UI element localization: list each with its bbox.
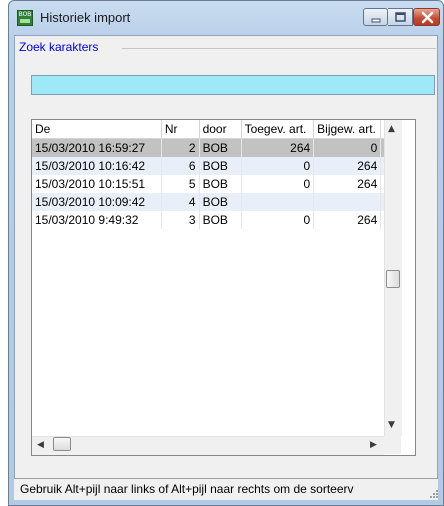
cell-de: 15/03/2010 10:09:42 <box>32 193 162 211</box>
cell-nr: 5 <box>161 175 200 193</box>
maximize-button[interactable] <box>388 8 413 26</box>
group-divider <box>122 48 436 49</box>
import-history-table[interactable]: De Nr door Toegev. art. Bijgew. art. To … <box>31 119 416 456</box>
scrollbar-corner <box>384 436 401 454</box>
cell-door: BOB <box>199 157 242 175</box>
cell-nr: 6 <box>161 157 200 175</box>
cell-nr: 2 <box>161 138 200 157</box>
resize-grip-icon[interactable] <box>430 490 438 498</box>
cell-bijgew: 264 <box>313 157 382 175</box>
maximize-icon <box>395 12 406 22</box>
cell-nr: 4 <box>161 193 200 211</box>
column-header-bijgew[interactable]: Bijgew. art. <box>313 120 382 139</box>
table-row[interactable]: 15/03/2010 9:49:32 3 BOB 0 264 <box>32 211 398 229</box>
minimize-button[interactable] <box>363 8 388 26</box>
search-group-label: Zoek karakters <box>19 40 105 54</box>
scroll-right-arrow-icon[interactable]: ▶ <box>370 440 377 450</box>
app-icon[interactable]: BOB <box>17 10 33 26</box>
cell-door: BOB <box>199 175 242 193</box>
cell-toegev: 0 <box>241 211 315 229</box>
cell-de: 15/03/2010 10:16:42 <box>32 157 162 175</box>
status-text: Gebruik Alt+pijl naar links of Alt+pijl … <box>20 482 354 496</box>
window-title: Historiek import <box>40 10 131 25</box>
cell-toegev: 0 <box>241 157 315 175</box>
table-row[interactable]: 15/03/2010 16:59:27 2 BOB 264 0 <box>32 138 398 157</box>
cell-door: BOB <box>199 138 242 157</box>
close-icon <box>421 11 434 24</box>
history-grid[interactable]: De Nr door Toegev. art. Bijgew. art. To … <box>32 120 398 229</box>
horizontal-scroll-thumb[interactable] <box>53 437 71 451</box>
cell-de: 15/03/2010 10:15:51 <box>32 175 162 193</box>
horizontal-scrollbar[interactable] <box>32 436 384 455</box>
scroll-down-arrow-icon[interactable]: ▼ <box>388 420 395 430</box>
cell-toegev <box>241 193 315 211</box>
column-header-de[interactable]: De <box>32 120 162 139</box>
cell-nr: 3 <box>161 211 200 229</box>
table-header-row: De Nr door Toegev. art. Bijgew. art. To <box>32 120 398 139</box>
table-row[interactable]: 15/03/2010 10:16:42 6 BOB 0 264 <box>32 157 398 175</box>
table-row[interactable]: 15/03/2010 10:09:42 4 BOB <box>32 193 398 211</box>
cell-door: BOB <box>199 211 242 229</box>
close-button[interactable] <box>413 8 440 26</box>
cell-bijgew: 0 <box>313 138 382 157</box>
column-header-nr[interactable]: Nr <box>161 120 200 139</box>
cell-door: BOB <box>199 193 242 211</box>
scroll-up-arrow-icon[interactable]: ▲ <box>388 124 395 134</box>
cell-bijgew <box>313 193 382 211</box>
cell-bijgew: 264 <box>313 175 382 193</box>
search-input[interactable] <box>31 75 435 95</box>
app-icon-label: BOB <box>18 11 32 18</box>
table-row[interactable]: 15/03/2010 10:15:51 5 BOB 0 264 <box>32 175 398 193</box>
column-header-door[interactable]: door <box>199 120 242 139</box>
vertical-scroll-thumb[interactable] <box>386 270 400 288</box>
cell-toegev: 264 <box>241 138 315 157</box>
scroll-left-arrow-icon[interactable]: ◀ <box>37 440 44 450</box>
cell-de: 15/03/2010 9:49:32 <box>32 211 162 229</box>
cell-toegev: 0 <box>241 175 315 193</box>
column-header-toegev[interactable]: Toegev. art. <box>241 120 315 139</box>
cell-bijgew: 264 <box>313 211 382 229</box>
cell-de: 15/03/2010 16:59:27 <box>32 138 162 157</box>
minimize-icon <box>371 18 381 23</box>
